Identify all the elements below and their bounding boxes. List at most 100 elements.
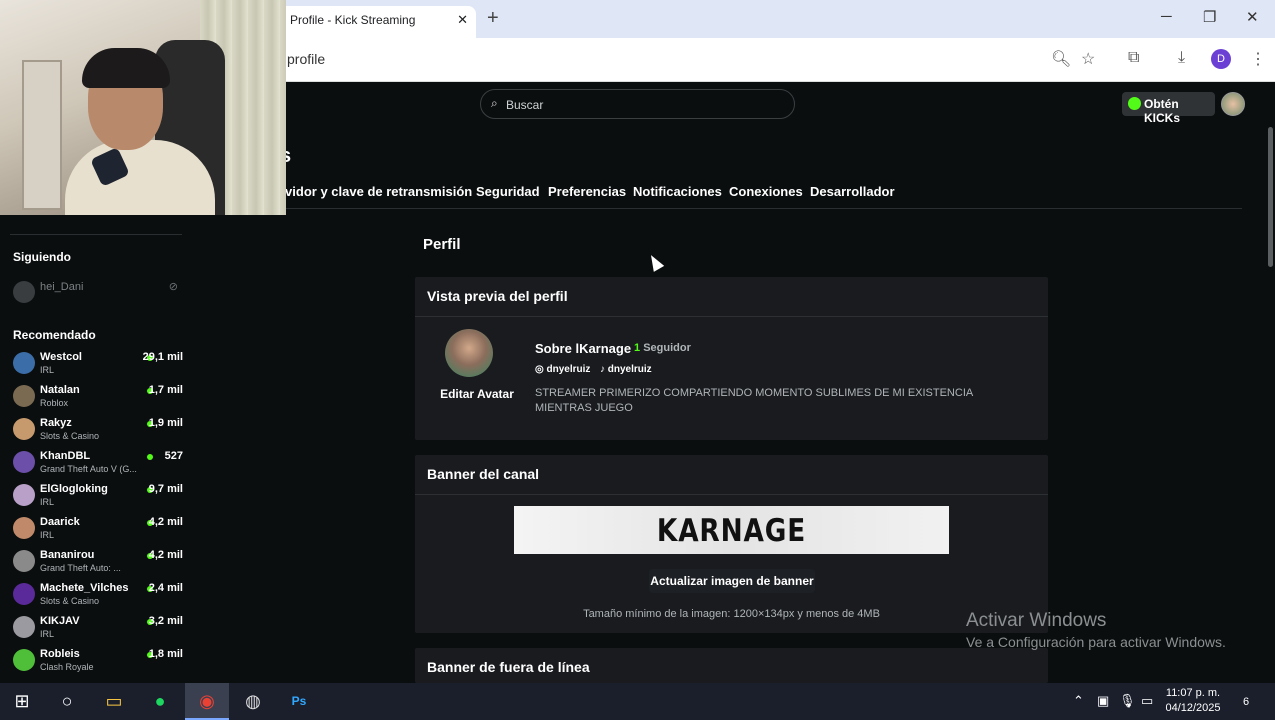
channel-name: Rakyz [40, 417, 72, 429]
webcam-person-hair [82, 48, 170, 88]
minimize-button[interactable]: ─ [1161, 8, 1172, 25]
channel-category: IRL [40, 497, 55, 507]
recommended-item[interactable]: Westcol IRL 29,1 mil [13, 351, 183, 381]
tab-connections[interactable]: Conexiones [729, 184, 803, 199]
card-title: Vista previa del perfil [427, 288, 568, 304]
user-avatar[interactable] [1221, 92, 1245, 116]
windows-start-icon[interactable]: ⊞ [0, 683, 44, 720]
kicks-coin-icon [1128, 97, 1141, 110]
recommended-item[interactable]: Bananirou Grand Theft Auto: ... 4,2 mil [13, 549, 183, 579]
update-banner-button[interactable]: Actualizar imagen de banner [649, 569, 815, 593]
channel-avatar [13, 517, 35, 539]
sidebar-divider [10, 234, 182, 235]
channel-name: hei_Dani [40, 281, 84, 293]
viewer-count: 527 [164, 450, 183, 462]
tab-stream-key[interactable]: rvidor y clave de retransmisión [280, 184, 472, 199]
card-title: Banner de fuera de línea [427, 659, 590, 675]
recommended-item[interactable]: KIKJAV IRL 3,2 mil [13, 615, 183, 645]
webcam-background-door [22, 60, 62, 210]
offline-icon: ⊘ [168, 281, 178, 293]
recommended-item[interactable]: ElGlogloking IRL 9,7 mil [13, 483, 183, 513]
following-item[interactable]: hei_Dani ⊘ [13, 280, 183, 303]
channel-banner-card: Banner del canal KARNAGE Actualizar imag… [415, 455, 1048, 633]
recommended-item[interactable]: Daarick IRL 4,2 mil [13, 516, 183, 546]
obs-icon[interactable]: ◍ [231, 683, 275, 720]
get-kicks-button[interactable]: Obtén KICKs [1122, 92, 1215, 125]
viewer-count: 1,8 mil [148, 648, 183, 660]
tab-preferences[interactable]: Preferencias [548, 184, 626, 199]
photoshop-icon[interactable]: Ps [277, 683, 321, 720]
recommended-item[interactable]: Rakyz Slots & Casino 1,9 mil [13, 417, 183, 447]
recommended-heading: Recomendado [13, 328, 96, 342]
tiktok-icon: ♪ [600, 364, 605, 375]
channel-avatar [13, 451, 35, 473]
channel-avatar [13, 281, 35, 303]
new-tab-button[interactable]: + [487, 8, 499, 28]
banner-image-text: KARNAGE [656, 513, 807, 549]
chrome-icon[interactable]: ◉ [185, 683, 229, 720]
search-input[interactable]: ⌕ Buscar [480, 89, 795, 119]
mouse-cursor-icon [645, 252, 665, 272]
browser-tab[interactable]: Profile - Kick Streaming ✕ [278, 6, 476, 38]
close-window-button[interactable]: ✕ [1246, 8, 1259, 26]
banner-image: KARNAGE [514, 506, 949, 554]
follower-label: Seguidor [643, 342, 691, 354]
tab-title: Profile - Kick Streaming [290, 13, 416, 27]
activation-watermark-subtitle: Ve a Configuración para activar Windows. [966, 634, 1226, 650]
close-tab-icon[interactable]: ✕ [457, 12, 468, 28]
channel-category: Grand Theft Auto V (G... [40, 464, 137, 474]
extensions-icon[interactable]: ⧉ [1128, 49, 1139, 67]
tab-developer[interactable]: Desarrollador [810, 184, 895, 199]
profile-about-name: Sobre lKarnage [535, 341, 632, 356]
viewer-count: 4,2 mil [148, 549, 183, 561]
viewer-count: 29,1 mil [142, 351, 183, 363]
activation-watermark-title: Activar Windows [966, 610, 1107, 631]
card-divider [415, 494, 1048, 495]
search-placeholder: Buscar [506, 98, 544, 112]
channel-avatar [13, 418, 35, 440]
instagram-link[interactable]: ◎ dnyelruiz [535, 364, 590, 375]
microphone-icon[interactable]: 🎙︎ [1119, 693, 1136, 709]
downloads-icon[interactable]: ⤓ [1178, 49, 1185, 67]
recommended-item[interactable]: Machete_Vilches Slots & Casino 2,4 mil [13, 582, 183, 612]
zoom-icon[interactable]: 🔍︎ [1051, 49, 1071, 69]
viewer-count: 1,9 mil [148, 417, 183, 429]
recommended-item[interactable]: Robleis Clash Royale 1,8 mil [13, 648, 183, 678]
tray-chevron-icon[interactable]: ⌃ [1073, 693, 1084, 709]
profile-preview-card: Vista previa del perfil Editar Avatar So… [415, 277, 1048, 440]
profile-bio: STREAMER PRIMERIZO COMPARTIENDO MOMENTO … [535, 387, 973, 414]
edit-avatar-button[interactable]: Editar Avatar [427, 387, 527, 407]
channel-avatar [13, 649, 35, 671]
search-circle-icon[interactable]: ○ [45, 683, 89, 720]
recommended-item[interactable]: KhanDBL Grand Theft Auto V (G... 527 [13, 450, 183, 480]
spotify-icon[interactable]: ● [138, 683, 182, 720]
browser-profile-avatar[interactable]: D [1211, 49, 1231, 69]
viewer-count: 2,4 mil [148, 582, 183, 594]
scroll-thumb[interactable] [1268, 127, 1273, 267]
network-icon[interactable]: ▭ [1141, 693, 1153, 709]
tray-app-icon[interactable]: ▣ [1097, 693, 1109, 709]
channel-name: ElGlogloking [40, 483, 108, 495]
tab-notifications[interactable]: Notificaciones [633, 184, 722, 199]
recommended-item[interactable]: Natalan Roblox 1,7 mil [13, 384, 183, 414]
clock-date: 04/12/2025 [1165, 702, 1221, 714]
address-bar[interactable]: profile [287, 51, 325, 67]
instagram-handle: dnyelruiz [546, 364, 591, 375]
card-divider [415, 316, 1048, 317]
instagram-icon: ◎ [535, 364, 544, 375]
windows-taskbar: ⊞ ○ ▭ ● ◉ ◍ Ps ⌃ ▣ 🎙︎ ▭ 11:07 p. m. 04/1… [0, 683, 1275, 720]
channel-category: Clash Royale [40, 662, 94, 672]
channel-name: Natalan [40, 384, 80, 396]
follower-number: 1 [634, 342, 641, 354]
maximize-button[interactable]: ❐ [1203, 8, 1216, 26]
tiktok-link[interactable]: ♪ dnyelruiz [600, 364, 652, 375]
bookmark-star-icon[interactable]: ☆ [1081, 49, 1095, 69]
taskbar-clock[interactable]: 11:07 p. m. 04/12/2025 [1163, 686, 1223, 716]
channel-category: IRL [40, 530, 55, 540]
channel-name: Daarick [40, 516, 80, 528]
page-scrollbar[interactable] [1266, 127, 1275, 683]
tab-security[interactable]: Seguridad [476, 184, 540, 199]
browser-menu-icon[interactable]: ⋮ [1250, 49, 1266, 69]
file-explorer-icon[interactable]: ▭ [92, 683, 136, 720]
notification-center-icon[interactable]: 6 [1236, 692, 1256, 712]
